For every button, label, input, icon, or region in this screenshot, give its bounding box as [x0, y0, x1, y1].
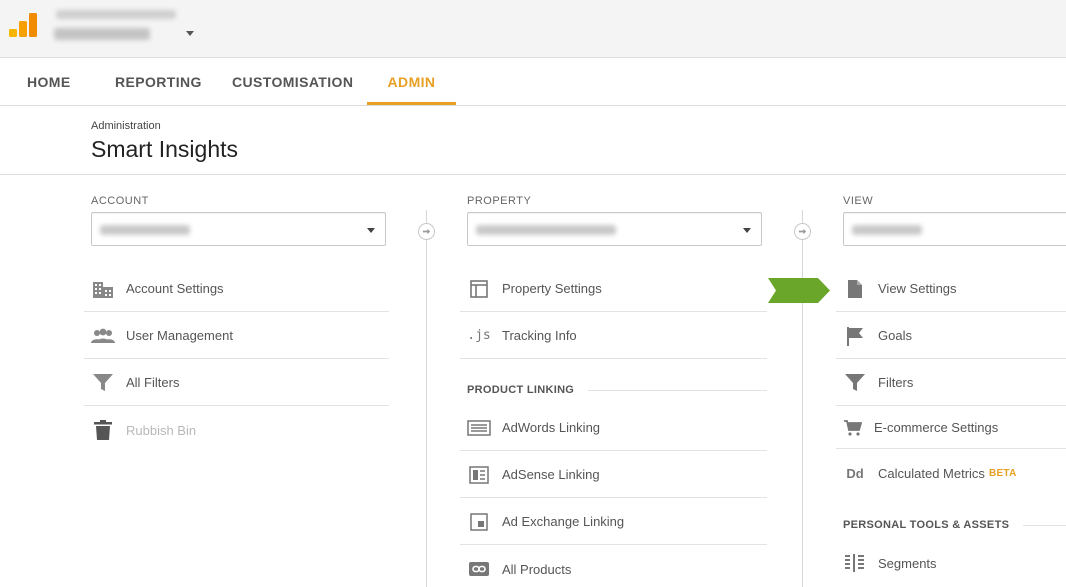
account-switcher[interactable] — [52, 6, 184, 46]
main-nav: HOME REPORTING CUSTOMISATION ADMIN — [0, 58, 1066, 106]
all-filters-item[interactable]: All Filters — [84, 360, 389, 406]
highlight-arrow-icon — [768, 278, 830, 303]
document-icon — [842, 278, 868, 300]
item-label: Goals — [878, 328, 912, 343]
user-management-item[interactable]: User Management — [84, 313, 389, 359]
beta-badge: BETA — [988, 467, 1017, 479]
personal-tools-section: PERSONAL TOOLS & ASSETS — [843, 515, 1066, 535]
property-label: PROPERTY — [467, 195, 532, 207]
divider-arrow-icon — [418, 223, 435, 240]
ad-exchange-linking-item[interactable]: Ad Exchange Linking — [460, 499, 767, 545]
adsense-linking-item[interactable]: AdSense Linking — [460, 452, 767, 498]
link-icon — [466, 558, 492, 580]
item-label: Tracking Info — [502, 328, 577, 343]
segments-item[interactable]: Segments — [836, 540, 1066, 586]
analytics-logo-icon[interactable] — [9, 13, 37, 41]
js-icon: .js — [467, 328, 491, 343]
cart-icon — [842, 417, 864, 439]
segments-icon — [842, 552, 868, 574]
tab-admin[interactable]: ADMIN — [367, 58, 456, 105]
adexchange-icon — [466, 511, 492, 533]
section-title: PRODUCT LINKING — [467, 384, 575, 396]
filters-item[interactable]: Filters — [836, 360, 1066, 406]
account-select[interactable] — [91, 212, 386, 246]
adwords-linking-item[interactable]: AdWords Linking — [460, 405, 767, 451]
view-settings-item[interactable]: View Settings — [836, 266, 1066, 312]
section-title: PERSONAL TOOLS & ASSETS — [843, 519, 1010, 531]
column-divider — [426, 210, 427, 587]
item-label: AdWords Linking — [502, 420, 601, 435]
view-select[interactable] — [843, 212, 1066, 246]
item-label: View Settings — [878, 281, 957, 296]
item-label: Filters — [878, 375, 914, 390]
window-icon — [466, 278, 492, 300]
page-title: Smart Insights — [91, 136, 238, 162]
filter-icon — [842, 372, 868, 394]
product-linking-section: PRODUCT LINKING — [467, 380, 767, 400]
item-label: Ad Exchange Linking — [502, 514, 625, 529]
chevron-down-icon — [743, 228, 751, 233]
adwords-icon — [466, 417, 492, 439]
tab-home[interactable]: HOME — [21, 58, 77, 106]
divider-arrow-icon — [794, 223, 811, 240]
item-label: Property Settings — [502, 281, 602, 296]
item-label: E-commerce Settings — [874, 420, 999, 435]
property-select[interactable] — [467, 212, 762, 246]
filter-icon — [90, 372, 116, 394]
trash-icon — [90, 419, 116, 441]
calculated-metrics-item[interactable]: Dd Calculated Metrics BETA — [836, 450, 1066, 496]
account-settings-item[interactable]: Account Settings — [84, 266, 389, 312]
property-settings-item[interactable]: Property Settings — [460, 266, 767, 312]
item-label: User Management — [126, 328, 233, 343]
account-switcher-caret-icon[interactable] — [186, 31, 194, 36]
building-icon — [90, 278, 116, 300]
tracking-info-item[interactable]: .js Tracking Info — [460, 313, 767, 359]
item-label: Segments — [878, 555, 937, 571]
breadcrumb: Administration — [91, 120, 161, 132]
account-label: ACCOUNT — [91, 195, 149, 207]
item-label: Account Settings — [126, 281, 224, 296]
top-bar — [0, 0, 1066, 58]
item-label: All Products — [502, 561, 572, 577]
item-label: AdSense Linking — [502, 467, 600, 482]
goals-item[interactable]: Goals — [836, 313, 1066, 359]
dd-icon: Dd — [846, 465, 864, 481]
users-icon — [90, 325, 116, 347]
adsense-icon — [466, 464, 492, 486]
item-label: Calculated Metrics — [878, 465, 985, 481]
ecommerce-settings-item[interactable]: E-commerce Settings — [836, 407, 1066, 449]
item-label: All Filters — [126, 375, 180, 390]
flag-icon — [842, 325, 868, 347]
chevron-down-icon — [367, 228, 375, 233]
all-products-item[interactable]: All Products — [460, 546, 767, 587]
page-header: Administration Smart Insights — [0, 106, 1066, 175]
item-label: Rubbish Bin — [126, 422, 197, 438]
view-label: VIEW — [843, 195, 874, 207]
column-divider — [802, 210, 803, 587]
rubbish-bin-item[interactable]: Rubbish Bin — [84, 407, 389, 453]
tab-reporting[interactable]: REPORTING — [109, 58, 208, 106]
tab-customisation[interactable]: CUSTOMISATION — [226, 58, 359, 106]
